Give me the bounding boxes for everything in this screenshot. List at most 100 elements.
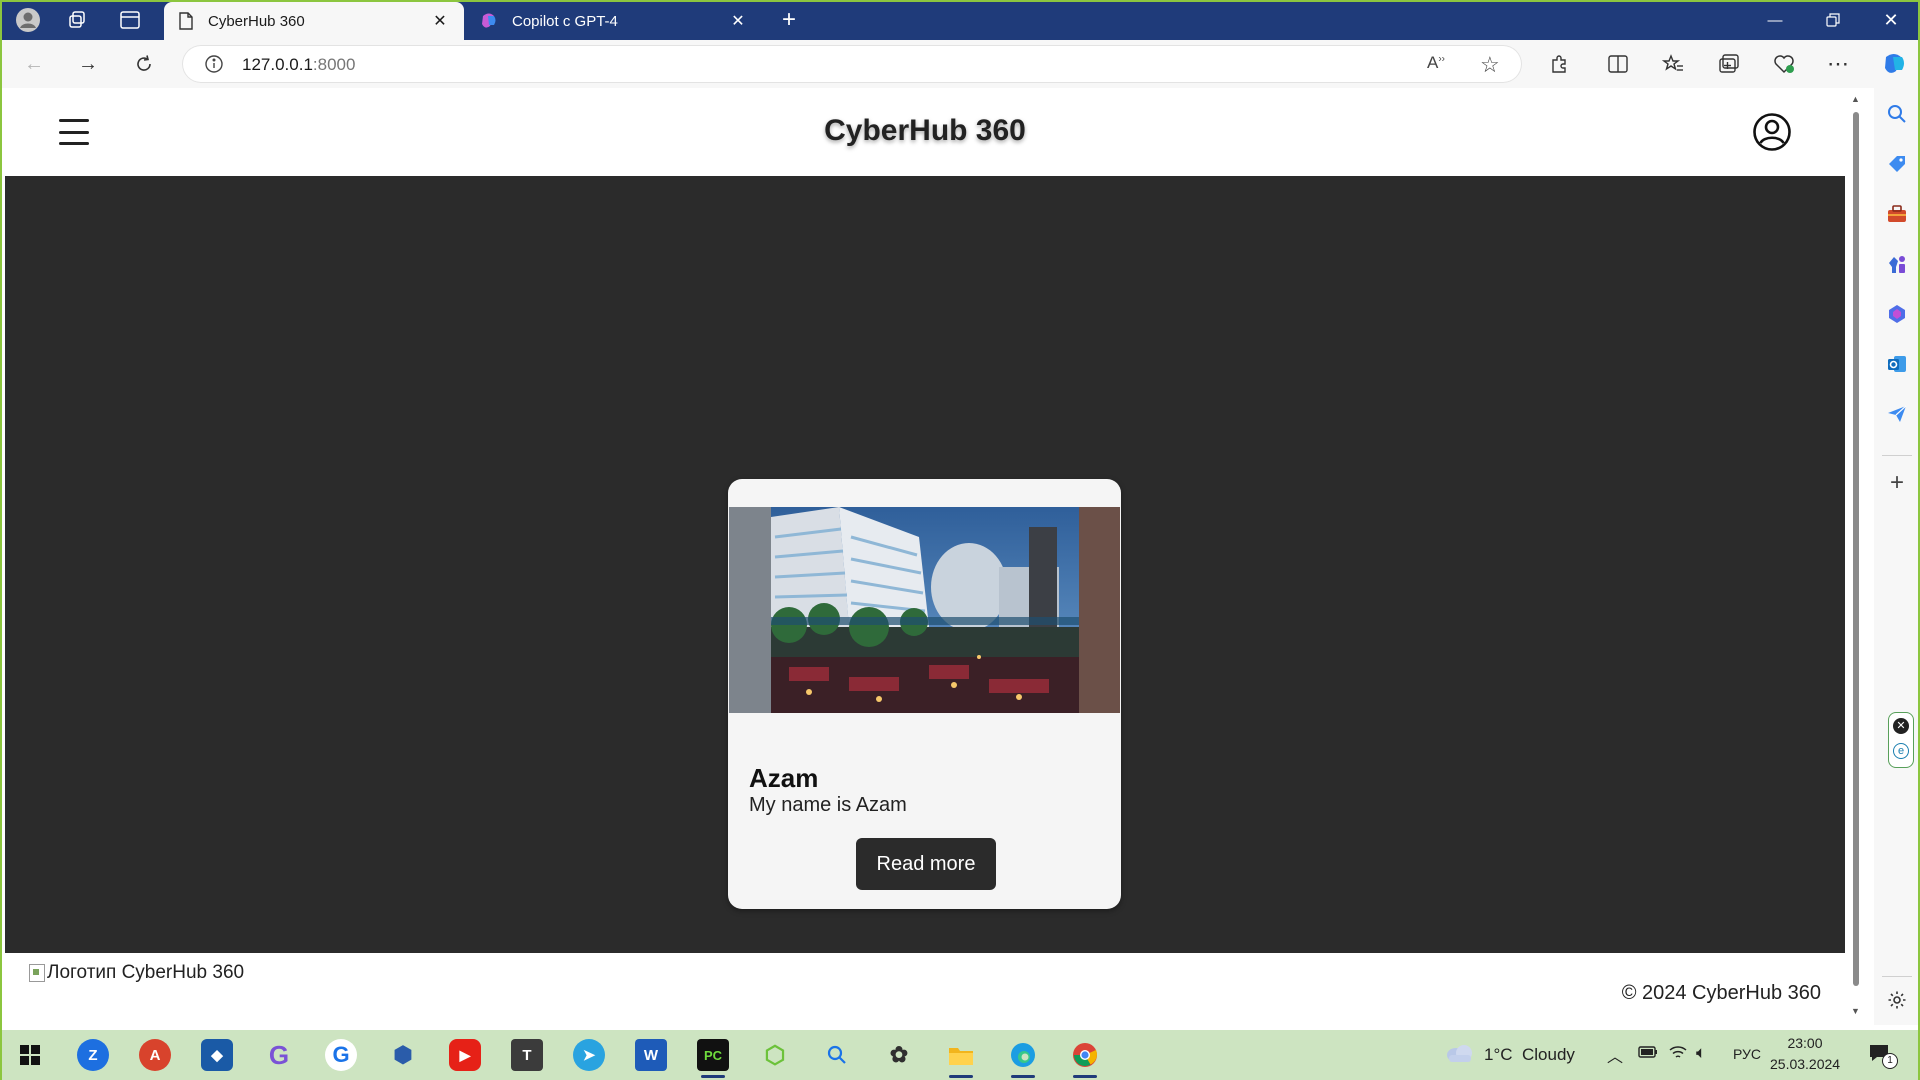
site-footer: Логотип CyberHub 360 © 2024 CyberHub 360 [5,953,1845,1025]
edge-sidebar: + ✕ e [1874,88,1920,1025]
close-icon[interactable]: ✕ [1893,718,1909,734]
pycharm-app-icon[interactable]: PC [697,1039,729,1078]
read-more-button[interactable]: Read more [856,838,996,890]
forward-button[interactable]: → [72,48,104,80]
close-window-button[interactable]: ✕ [1862,0,1920,40]
weather-cloud-icon[interactable] [1444,1043,1474,1068]
virtualbox-app-icon[interactable]: ⬢ [387,1039,419,1071]
translator-app-icon[interactable]: A [139,1039,171,1071]
games-icon[interactable] [1885,252,1909,276]
broken-image-icon [29,964,45,982]
url-host: 127.0.0.1 [242,55,313,74]
card-title: Azam [749,763,819,793]
language-indicator[interactable]: РУС [1733,1046,1761,1062]
page-icon [179,12,193,30]
google-app-icon[interactable]: G [325,1039,357,1071]
sidebar-divider [1882,976,1912,977]
chatgpt-app-icon[interactable]: ✿ [883,1039,915,1071]
tab-title: CyberHub 360 [208,12,305,30]
close-icon[interactable]: ✕ [430,11,450,31]
extensions-icon[interactable] [1543,48,1575,80]
tab-copilot[interactable]: Copilot с GPT-4 ✕ [466,2,762,40]
back-button[interactable]: ← [18,48,50,80]
notification-count: 1 [1882,1053,1898,1069]
vertical-tabs-icon[interactable] [112,4,148,36]
split-screen-icon[interactable] [1602,48,1634,80]
url-text[interactable]: 127.0.0.1:8000 [242,55,355,75]
settings-gear-icon[interactable] [1885,988,1909,1012]
footer-logo: Логотип CyberHub 360 [29,962,244,984]
send-icon[interactable] [1885,402,1909,426]
shopping-icon[interactable] [1885,152,1909,176]
scroll-up-icon[interactable]: ▲ [1851,94,1860,104]
file-explorer-icon[interactable] [945,1039,977,1078]
profile-icon[interactable] [10,4,46,36]
minimize-button[interactable]: — [1746,0,1804,40]
browser-essentials-icon[interactable] [1768,48,1800,80]
battery-icon[interactable] [1638,1045,1658,1063]
word-app-icon[interactable]: W [635,1039,667,1071]
clock-time[interactable]: 23:00 [1776,1035,1834,1051]
tab-title: Copilot с GPT-4 [512,12,618,30]
typora-app-icon[interactable]: T [511,1039,543,1071]
card-description: My name is Azam [749,794,907,816]
weather-widget[interactable]: 1°C Cloudy [1484,1045,1575,1065]
scroll-down-icon[interactable]: ▼ [1851,1006,1860,1016]
notification-icon[interactable]: 1 [1868,1043,1898,1070]
weather-condition: Cloudy [1521,1045,1575,1064]
card-image [729,507,1120,713]
footer-logo-alt: Логотип CyberHub 360 [47,962,245,983]
copilot-icon[interactable] [1878,48,1910,80]
page-viewport: CyberHub 360 Azam My name is Azam Read m… [5,88,1845,1025]
add-icon[interactable]: + [1885,469,1909,496]
workspaces-icon[interactable] [59,4,95,36]
outlook-icon[interactable] [1885,352,1909,376]
edge-browser-icon[interactable] [1007,1039,1039,1078]
copilot-icon [482,13,496,28]
hero-section: Azam My name is Azam Read more [5,176,1845,953]
footer-copyright: © 2024 CyberHub 360 [1621,982,1821,1004]
tray-chevron-icon[interactable]: ︿ [1607,1043,1623,1067]
read-aloud-icon[interactable]: A›› [1427,53,1445,73]
cube-app-icon[interactable]: ⬡ [759,1039,791,1071]
more-options-icon[interactable]: ⋯ [1822,48,1854,80]
volume-icon[interactable]: 🔈︎ [1696,1043,1706,1063]
vpn-app-icon[interactable]: ◆ [201,1039,233,1071]
site-title: CyberHub 360 [824,114,1026,147]
refresh-button[interactable] [128,48,160,80]
grammar-app-icon[interactable]: G [263,1039,295,1071]
youtube-app-icon[interactable]: ▶ [449,1039,481,1071]
clock-date[interactable]: 25.03.2024 [1770,1056,1840,1072]
search-icon[interactable] [821,1039,853,1071]
url-port: :8000 [312,55,356,74]
favorite-star-icon[interactable]: ☆ [1480,52,1500,78]
address-bar[interactable]: 127.0.0.1:8000 A›› ☆ [182,45,1522,83]
start-icon[interactable] [14,1039,46,1071]
tab-cyberhub[interactable]: CyberHub 360 ✕ [164,2,464,40]
new-tab-button[interactable]: + [771,4,807,36]
chrome-browser-icon[interactable] [1069,1039,1101,1078]
scroll-thumb[interactable] [1853,112,1859,986]
microsoft-365-icon[interactable] [1885,302,1909,326]
tab-strip: CyberHub 360 ✕ Copilot с GPT-4 ✕ + — ✕ [0,0,1920,40]
sidebar-divider [1882,455,1912,456]
weather-temp: 1°C [1484,1045,1513,1064]
tools-icon[interactable] [1885,202,1909,226]
zoom-app-icon[interactable]: Z [77,1039,109,1071]
favorites-icon[interactable] [1657,48,1689,80]
browser-toolbar: ← → 127.0.0.1:8000 A›› ☆ ⋯ [0,40,1920,88]
side-widget[interactable]: ✕ e [1888,712,1914,768]
search-icon[interactable] [1885,102,1909,126]
wifi-icon[interactable] [1668,1043,1688,1065]
telegram-app-icon[interactable]: ➤ [573,1039,605,1071]
restore-button[interactable] [1804,0,1862,40]
collections-icon[interactable] [1713,48,1745,80]
close-icon[interactable]: ✕ [728,11,748,31]
info-icon[interactable] [204,54,224,79]
e-icon[interactable]: e [1893,743,1909,759]
site-header: CyberHub 360 [5,88,1845,176]
page-scrollbar[interactable]: ▲ ▼ [1845,88,1867,1025]
account-icon[interactable] [1752,112,1792,152]
profile-card: Azam My name is Azam Read more [728,479,1121,909]
windows-taskbar: Z A ◆ G G ⬢ ▶ T ➤ W PC ⬡ ✿ 1°C Cloudy ︿ … [0,1030,1920,1080]
